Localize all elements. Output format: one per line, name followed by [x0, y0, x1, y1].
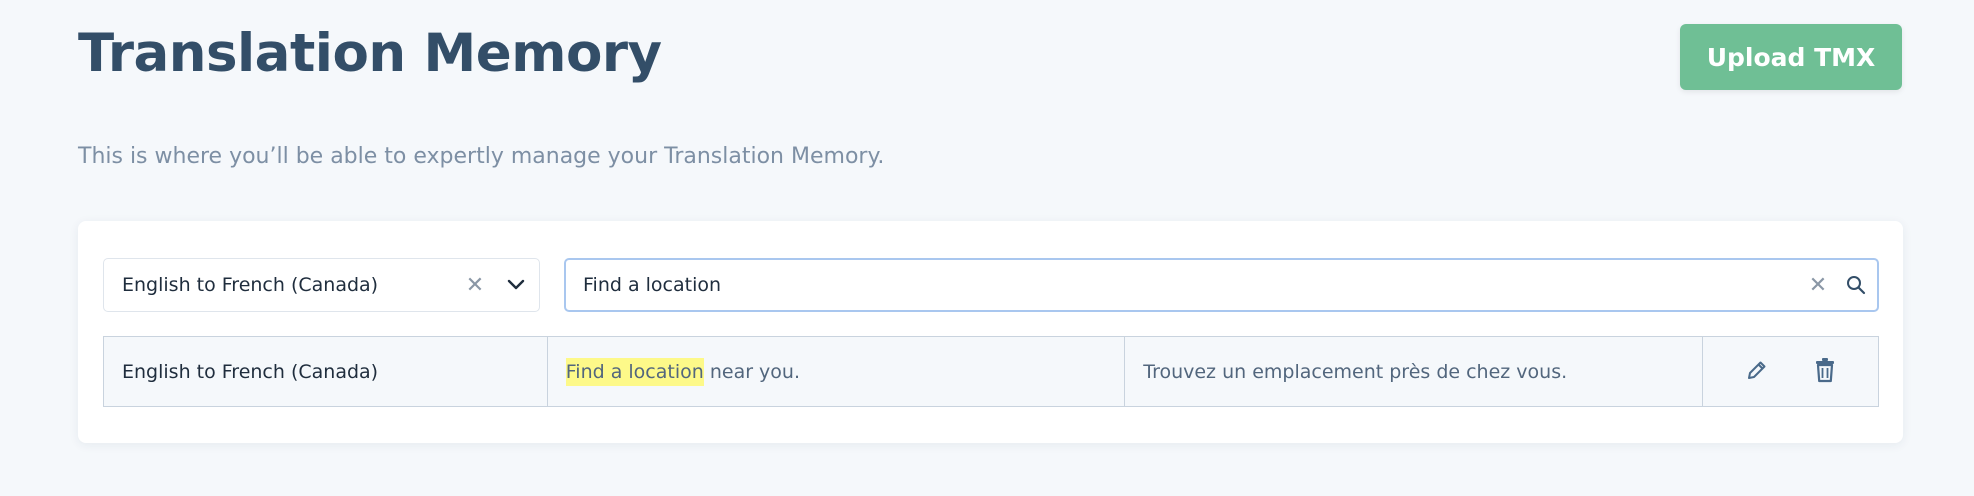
- page-subtitle: This is where you’ll be able to expertly…: [78, 144, 885, 169]
- chevron-down-icon[interactable]: [493, 259, 539, 311]
- entry-actions: [1702, 336, 1879, 407]
- translation-memory-table: English to French (Canada) Find a locati…: [103, 336, 1879, 407]
- delete-entry-button[interactable]: [1805, 352, 1845, 392]
- table-row: English to French (Canada) Find a locati…: [103, 336, 1879, 407]
- pencil-icon: [1745, 358, 1769, 385]
- entry-language-pair: English to French (Canada): [103, 336, 548, 407]
- language-pair-select[interactable]: English to French (Canada) ✕: [103, 258, 540, 312]
- search-field: ✕: [564, 258, 1879, 312]
- search-match-highlight: Find a location: [565, 357, 704, 386]
- search-icon[interactable]: [1835, 275, 1877, 295]
- close-icon[interactable]: ✕: [457, 273, 493, 298]
- edit-entry-button[interactable]: [1737, 352, 1777, 392]
- entry-target-text: Trouvez un emplacement près de chez vous…: [1124, 336, 1704, 407]
- translation-memory-card: English to French (Canada) ✕ ✕ English t…: [78, 221, 1903, 443]
- entry-source-text: Find a location near you.: [546, 336, 1126, 407]
- page-title: Translation Memory: [78, 23, 662, 84]
- search-input[interactable]: [566, 260, 1801, 310]
- trash-icon: [1813, 357, 1837, 386]
- language-pair-value: English to French (Canada): [122, 274, 379, 296]
- entry-source-rest: near you.: [703, 360, 801, 383]
- upload-tmx-button[interactable]: Upload TMX: [1680, 24, 1902, 90]
- close-icon[interactable]: ✕: [1801, 273, 1835, 298]
